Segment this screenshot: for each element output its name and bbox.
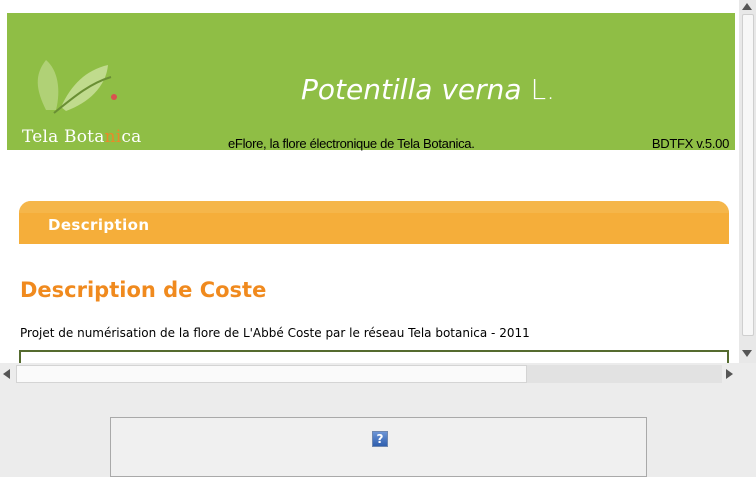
- section-bar-highlight: [19, 201, 729, 213]
- referential-version: BDTFX v.5.00: [651, 136, 729, 151]
- species-author: L.: [530, 73, 555, 106]
- description-content-box: [19, 350, 729, 363]
- scroll-left-arrow-icon[interactable]: [3, 369, 10, 379]
- browser-viewport: Tela Botanica Potentilla verna L. eFlore…: [0, 0, 739, 363]
- leaf-logo-icon: [37, 60, 117, 114]
- missing-image-icon: ?: [372, 431, 388, 447]
- horizontal-scrollbar[interactable]: [0, 363, 739, 385]
- scroll-down-arrow-icon[interactable]: [742, 350, 752, 357]
- scroll-up-arrow-icon[interactable]: [742, 3, 752, 10]
- tela-botanica-logo[interactable]: Tela Botanica: [16, 35, 156, 147]
- site-tagline: eFlore, la flore électronique de Tela Bo…: [228, 136, 475, 151]
- scroll-right-arrow-icon[interactable]: [726, 369, 733, 379]
- page-header: Tela Botanica Potentilla verna L. eFlore…: [7, 13, 735, 151]
- description-title: Description de Coste: [20, 278, 267, 302]
- embedded-content-placeholder: ?: [110, 417, 647, 477]
- vertical-scroll-thumb[interactable]: [742, 14, 754, 336]
- scrollbar-corner: [739, 363, 756, 385]
- section-label: Description: [48, 216, 150, 234]
- logo-text: Tela Botanica: [22, 127, 142, 147]
- horizontal-scroll-thumb[interactable]: [16, 365, 527, 383]
- page-title: Potentilla verna L.: [301, 73, 555, 106]
- vertical-scrollbar[interactable]: [739, 0, 756, 363]
- description-subtitle: Projet de numérisation de la flore de L'…: [20, 326, 530, 340]
- description-section-bar: Description: [19, 201, 729, 244]
- species-name: Potentilla verna: [301, 73, 522, 106]
- horizontal-scroll-track[interactable]: [527, 365, 722, 383]
